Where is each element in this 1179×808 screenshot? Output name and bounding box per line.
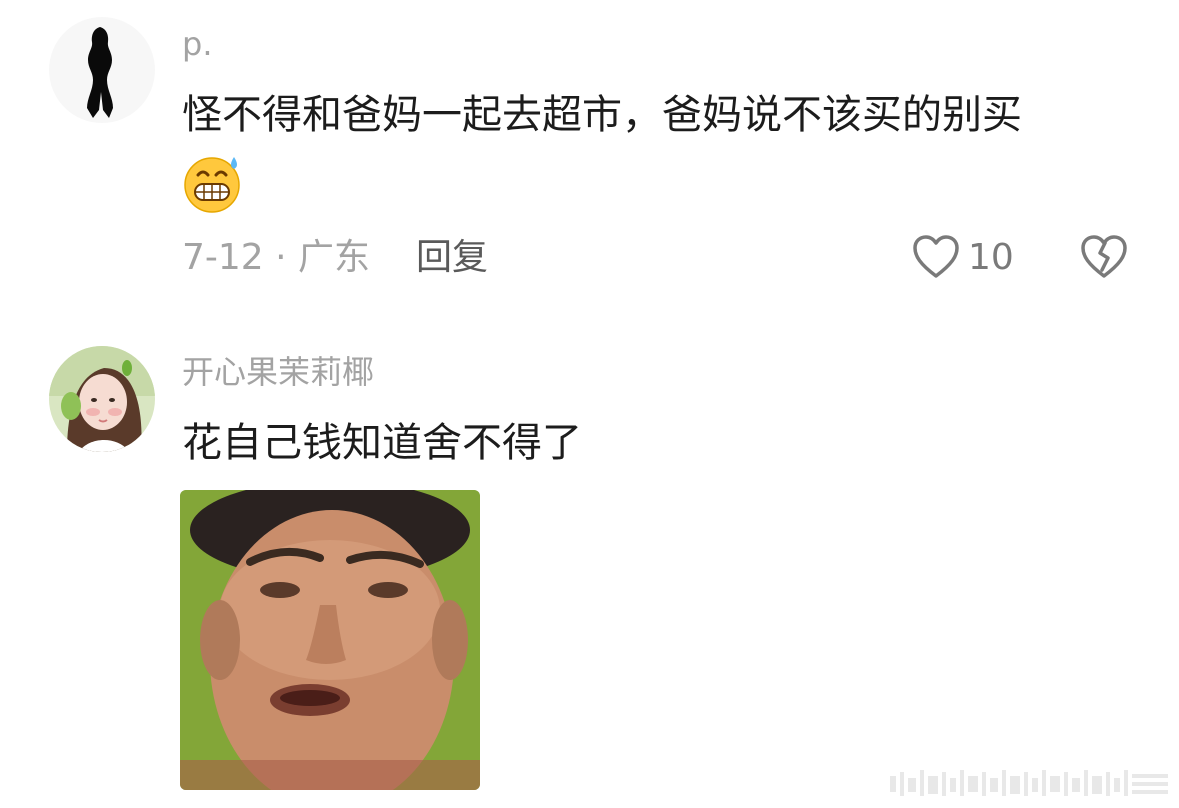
watermark xyxy=(890,766,1170,800)
user-avatar[interactable] xyxy=(49,346,155,452)
man-face-sticker[interactable] xyxy=(180,490,480,790)
comment-text: 花自己钱知道舍不得了 xyxy=(182,420,582,466)
comment-item: 开心果茉莉椰 花自己钱知道舍不得了 xyxy=(0,0,1179,808)
username[interactable]: 开心果茉莉椰 xyxy=(182,356,374,388)
